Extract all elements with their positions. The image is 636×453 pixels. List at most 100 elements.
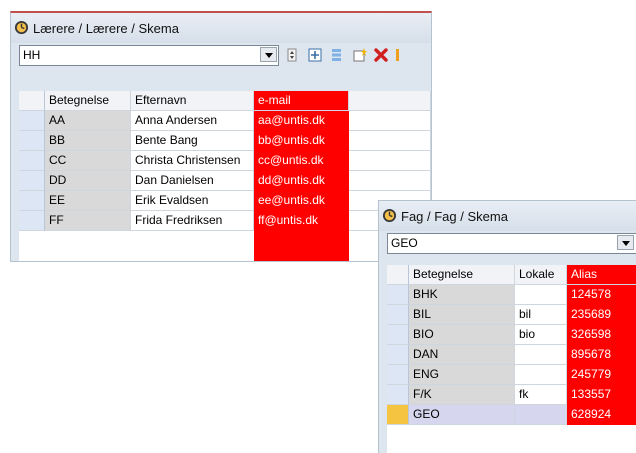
email-cell[interactable]: dd@untis.dk — [254, 171, 349, 191]
code-cell[interactable]: GEO — [409, 405, 515, 425]
table-row[interactable]: GEO 628924 — [387, 405, 636, 425]
row-selector[interactable] — [387, 385, 409, 405]
list-icon[interactable] — [329, 48, 343, 62]
table-row[interactable]: F/K fk 133557 — [387, 385, 636, 405]
name-cell[interactable]: Bente Bang — [131, 131, 254, 151]
table-row[interactable]: DAN 895678 — [387, 345, 636, 365]
email-cell[interactable]: ff@untis.dk — [254, 211, 349, 231]
new-icon[interactable] — [353, 48, 367, 62]
row-selector-header — [387, 265, 409, 285]
name-cell[interactable]: Erik Evaldsen — [131, 191, 254, 211]
empty-cell — [349, 171, 431, 191]
room-cell[interactable] — [515, 345, 567, 365]
table-row[interactable]: FF Frida Fredriksen ff@untis.dk — [19, 211, 431, 231]
room-cell[interactable]: fk — [515, 385, 567, 405]
code-cell[interactable]: BHK — [409, 285, 515, 305]
chevron-down-icon[interactable] — [617, 235, 634, 250]
code-cell[interactable]: DD — [45, 171, 131, 191]
table-row[interactable]: BIL bil 235689 — [387, 305, 636, 325]
subjects-window: Fag / Fag / Skema GEO Betegnelse Lokale … — [378, 200, 636, 453]
alias-cell[interactable]: 895678 — [567, 345, 636, 365]
teachers-window-title: Lærere / Lærere / Skema — [33, 21, 179, 36]
alias-cell[interactable]: 245779 — [567, 365, 636, 385]
row-selector[interactable] — [387, 405, 409, 425]
column-header[interactable]: Lokale — [515, 265, 567, 285]
table-row[interactable]: BB Bente Bang bb@untis.dk — [19, 131, 431, 151]
alias-cell[interactable]: 124578 — [567, 285, 636, 305]
column-header[interactable]: Efternavn — [131, 91, 254, 111]
empty-cell — [349, 131, 431, 151]
spin-icon[interactable] — [285, 48, 299, 62]
table-row[interactable]: ENG 245779 — [387, 365, 636, 385]
row-selector[interactable] — [19, 171, 45, 191]
move-icon[interactable] — [308, 48, 322, 62]
empty-cell — [349, 151, 431, 171]
code-cell[interactable]: CC — [45, 151, 131, 171]
table-row[interactable]: EE Erik Evaldsen ee@untis.dk — [19, 191, 431, 211]
column-header[interactable]: Betegnelse — [409, 265, 515, 285]
code-cell[interactable]: BB — [45, 131, 131, 151]
table-row[interactable]: BIO bio 326598 — [387, 325, 636, 345]
column-header-alias[interactable]: Alias — [567, 265, 636, 285]
room-cell[interactable] — [515, 285, 567, 305]
row-selector[interactable] — [19, 131, 45, 151]
code-cell[interactable]: AA — [45, 111, 131, 131]
alias-cell[interactable]: 133557 — [567, 385, 636, 405]
table-row[interactable]: BHK 124578 — [387, 285, 636, 305]
row-selector[interactable] — [387, 285, 409, 305]
email-cell[interactable]: cc@untis.dk — [254, 151, 349, 171]
name-cell[interactable]: Dan Danielsen — [131, 171, 254, 191]
clock-icon — [382, 208, 397, 223]
clock-icon — [14, 20, 29, 35]
toolbar-edge-icon — [396, 49, 399, 61]
teachers-window: Lærere / Lærere / Skema HH Betegnelse Ef… — [10, 11, 432, 262]
subjects-toolbar: GEO — [379, 231, 636, 255]
table-row[interactable]: AA Anna Andersen aa@untis.dk — [19, 111, 431, 131]
name-cell[interactable]: Christa Christensen — [131, 151, 254, 171]
subjects-selector-value: GEO — [391, 236, 418, 250]
alias-cell[interactable]: 628924 — [567, 405, 636, 425]
email-cell[interactable]: bb@untis.dk — [254, 131, 349, 151]
email-cell[interactable]: aa@untis.dk — [254, 111, 349, 131]
name-cell[interactable]: Frida Fredriksen — [131, 211, 254, 231]
code-cell[interactable]: EE — [45, 191, 131, 211]
subjects-window-title: Fag / Fag / Skema — [401, 209, 508, 224]
subjects-titlebar: Fag / Fag / Skema — [379, 201, 636, 231]
column-header-empty — [349, 91, 431, 111]
code-cell[interactable]: BIL — [409, 305, 515, 325]
row-selector[interactable] — [387, 365, 409, 385]
room-cell[interactable] — [515, 405, 567, 425]
row-selector-header — [19, 91, 45, 111]
subjects-grid: Betegnelse Lokale Alias BHK 124578 BIL bil 2… — [387, 265, 636, 453]
code-cell[interactable]: F/K — [409, 385, 515, 405]
table-row[interactable]: CC Christa Christensen cc@untis.dk — [19, 151, 431, 171]
delete-icon[interactable] — [374, 48, 388, 62]
column-header-email[interactable]: e-mail — [254, 91, 349, 111]
name-cell[interactable]: Anna Andersen — [131, 111, 254, 131]
subjects-header-row: Betegnelse Lokale Alias — [387, 265, 636, 285]
code-cell[interactable]: FF — [45, 211, 131, 231]
alias-cell[interactable]: 326598 — [567, 325, 636, 345]
chevron-down-icon[interactable] — [260, 47, 277, 62]
teachers-selector[interactable]: HH — [19, 45, 279, 66]
row-selector[interactable] — [387, 305, 409, 325]
room-cell[interactable]: bil — [515, 305, 567, 325]
subjects-selector[interactable]: GEO — [387, 233, 636, 254]
teachers-toolbar: HH — [11, 43, 431, 67]
teachers-selector-value: HH — [23, 48, 41, 62]
code-cell[interactable]: ENG — [409, 365, 515, 385]
row-selector[interactable] — [19, 191, 45, 211]
column-header[interactable]: Betegnelse — [45, 91, 131, 111]
room-cell[interactable] — [515, 365, 567, 385]
table-row[interactable]: DD Dan Danielsen dd@untis.dk — [19, 171, 431, 191]
email-cell[interactable]: ee@untis.dk — [254, 191, 349, 211]
row-selector[interactable] — [19, 111, 45, 131]
code-cell[interactable]: BIO — [409, 325, 515, 345]
row-selector[interactable] — [387, 345, 409, 365]
row-selector[interactable] — [19, 151, 45, 171]
alias-cell[interactable]: 235689 — [567, 305, 636, 325]
row-selector[interactable] — [387, 325, 409, 345]
code-cell[interactable]: DAN — [409, 345, 515, 365]
room-cell[interactable]: bio — [515, 325, 567, 345]
row-selector[interactable] — [19, 211, 45, 231]
